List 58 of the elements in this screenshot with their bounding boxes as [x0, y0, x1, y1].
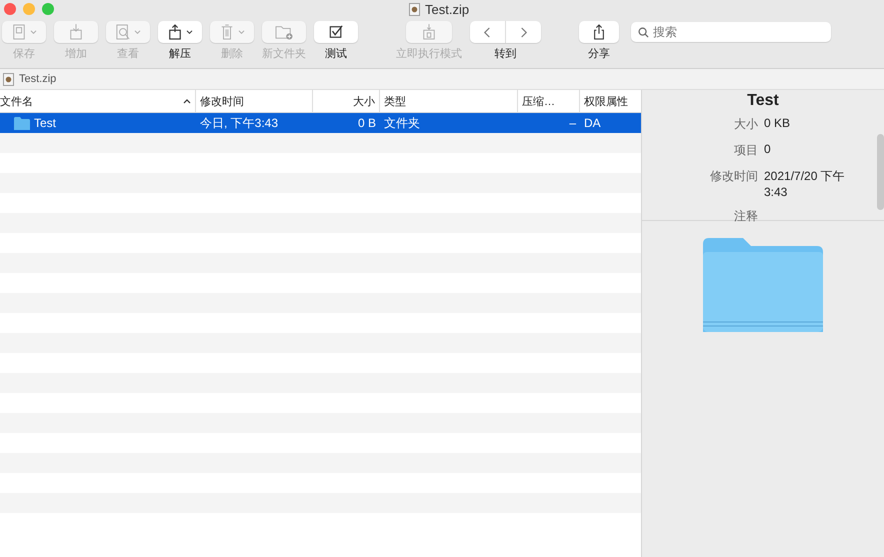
table-cell: 0 B — [358, 116, 376, 130]
search-field[interactable]: 搜索 — [631, 22, 831, 42]
chevron-left-icon — [483, 26, 492, 38]
checkbox-icon — [329, 24, 343, 40]
column-header[interactable]: 文件名 — [0, 90, 196, 112]
minimize-button[interactable] — [23, 3, 35, 15]
property-value: 0 KB — [764, 116, 792, 132]
toolbar-label: 删除 — [221, 47, 243, 61]
property-value: 0 — [764, 142, 772, 158]
magnifier-icon — [116, 24, 130, 40]
column-header[interactable]: 大小 — [313, 90, 380, 112]
back-button[interactable] — [470, 21, 505, 43]
search-icon — [638, 27, 649, 38]
table-cell: 今日, 下午3:43 — [200, 114, 278, 132]
share-icon — [592, 24, 606, 40]
toolbar-label: 解压 — [169, 47, 191, 61]
toolbar-label: 转到 — [494, 47, 516, 61]
table-cell: Test — [34, 116, 56, 130]
column-header[interactable]: 修改时间 — [196, 90, 313, 112]
property-label: 修改时间 — [709, 168, 758, 185]
column-header[interactable]: 类型 — [380, 90, 518, 112]
extract-box-icon — [168, 24, 182, 40]
table-cell: 文件夹 — [384, 114, 420, 132]
property-label: 大小 — [733, 116, 758, 133]
chevron-right-icon — [519, 26, 528, 38]
table-cell: DA — [584, 116, 601, 130]
toolbar-label: 测试 — [325, 47, 347, 61]
share-button[interactable] — [579, 21, 619, 43]
new-folder-icon — [275, 24, 293, 40]
column-header[interactable]: 压缩… — [518, 90, 580, 112]
toolbar-label: 立即执行模式 — [396, 46, 462, 61]
path-label[interactable]: Test.zip — [19, 73, 56, 85]
window-title: Test.zip — [425, 2, 470, 17]
add-to-box-icon — [69, 24, 83, 40]
test-button[interactable] — [314, 21, 358, 43]
trash-icon — [220, 24, 234, 40]
zoom-button[interactable] — [42, 3, 54, 15]
drive-icon — [12, 24, 26, 40]
forward-button[interactable] — [506, 21, 541, 43]
toolbar-label: 保存 — [13, 47, 35, 61]
property-value: 2021/7/20 下午 3:43 — [764, 168, 846, 199]
table-cell: – — [569, 116, 576, 130]
folder-icon — [703, 238, 823, 332]
column-header[interactable]: 权限属性 — [580, 90, 641, 112]
archive-icon — [3, 72, 14, 86]
property-label: 注释 — [733, 208, 758, 225]
folder-icon — [14, 116, 30, 130]
property-label: 项目 — [733, 142, 758, 159]
toolbar-label: 分享 — [588, 46, 610, 61]
extract-button[interactable] — [158, 21, 202, 43]
toolbar-label: 增加 — [65, 47, 87, 61]
file-row[interactable]: Test 今日, 下午3:43 0 B 文件夹 – DA — [0, 113, 641, 133]
scrollbar-thumb[interactable] — [877, 134, 884, 210]
toolbar-label: 新文件夹 — [262, 46, 306, 61]
item-title: Test — [746, 92, 780, 110]
close-button[interactable] — [4, 3, 16, 15]
toolbar-label: 查看 — [117, 47, 139, 61]
box-arrow-icon — [422, 24, 436, 40]
